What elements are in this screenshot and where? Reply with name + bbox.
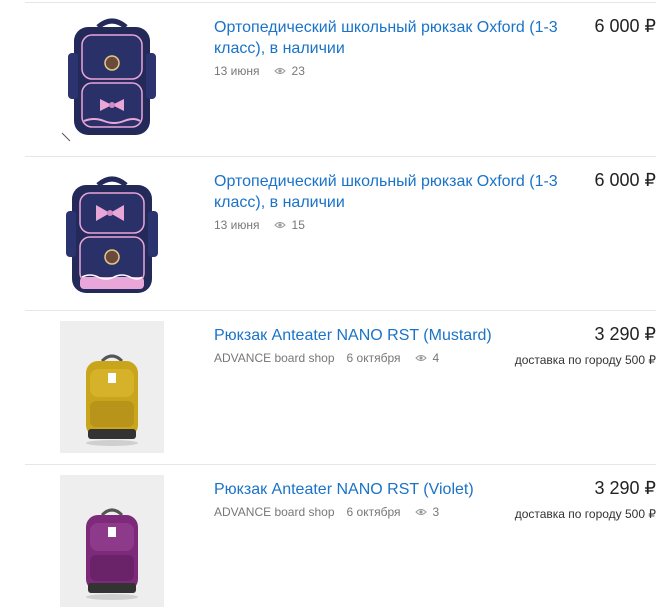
listing-thumbnail[interactable] — [60, 167, 164, 299]
listing-thumbnail[interactable] — [60, 13, 164, 145]
listing-views: 23 — [291, 64, 305, 78]
listing-meta: ADVANCE board shop 6 октября 3 — [214, 505, 439, 519]
listing-item[interactable]: Рюкзак Anteater NANO RST (Mustard) 3 290… — [25, 310, 656, 464]
listing-item[interactable]: Ортопедический школьный рюкзак Oxford (1… — [25, 2, 656, 156]
listing-views: 3 — [432, 505, 440, 519]
listing-meta: 13 июня 15 — [214, 218, 305, 232]
listing-date: 13 июня — [214, 218, 260, 232]
listing-title[interactable]: Рюкзак Anteater NANO RST (Violet) — [214, 479, 564, 500]
listing-price: 3 290 ₽ — [594, 478, 656, 498]
listing-date: 6 октября — [346, 505, 401, 519]
listing-title[interactable]: Рюкзак Anteater NANO RST (Mustard) — [214, 325, 564, 346]
listing-price: 6 000 ₽ — [594, 170, 656, 190]
shop-name[interactable]: ADVANCE board shop — [214, 351, 335, 365]
delivery-info: доставка по городу 500 ₽ — [514, 353, 656, 367]
eye-icon — [273, 68, 286, 74]
listing-price: 3 290 ₽ — [594, 324, 656, 344]
navy-backpack-icon — [60, 167, 164, 299]
violet-backpack-icon — [60, 475, 164, 607]
listing-list: Ортопедический школьный рюкзак Oxford (1… — [0, 0, 656, 615]
listing-thumbnail[interactable] — [60, 475, 164, 607]
listing-views: 4 — [432, 351, 440, 365]
listing-item[interactable]: Ортопедический школьный рюкзак Oxford (1… — [25, 156, 656, 310]
listing-date: 6 октября — [346, 351, 401, 365]
listing-views: 15 — [291, 218, 305, 232]
shop-name[interactable]: ADVANCE board shop — [214, 505, 335, 519]
listing-meta: ADVANCE board shop 6 октября 4 — [214, 351, 439, 365]
listing-price: 6 000 ₽ — [594, 16, 656, 36]
listing-title[interactable]: Ортопедический школьный рюкзак Oxford (1… — [214, 171, 564, 213]
listing-item[interactable]: Рюкзак Anteater NANO RST (Violet) 3 290 … — [25, 464, 656, 615]
listing-date: 13 июня — [214, 64, 260, 78]
listing-meta: 13 июня 23 — [214, 64, 305, 78]
navy-backpack-icon — [60, 13, 164, 145]
delivery-info: доставка по городу 500 ₽ — [514, 507, 656, 521]
eye-icon — [414, 355, 427, 361]
mustard-backpack-icon — [60, 321, 164, 453]
listing-thumbnail[interactable] — [60, 321, 164, 453]
eye-icon — [414, 509, 427, 515]
eye-icon — [273, 222, 286, 228]
listing-title[interactable]: Ортопедический школьный рюкзак Oxford (1… — [214, 17, 564, 59]
